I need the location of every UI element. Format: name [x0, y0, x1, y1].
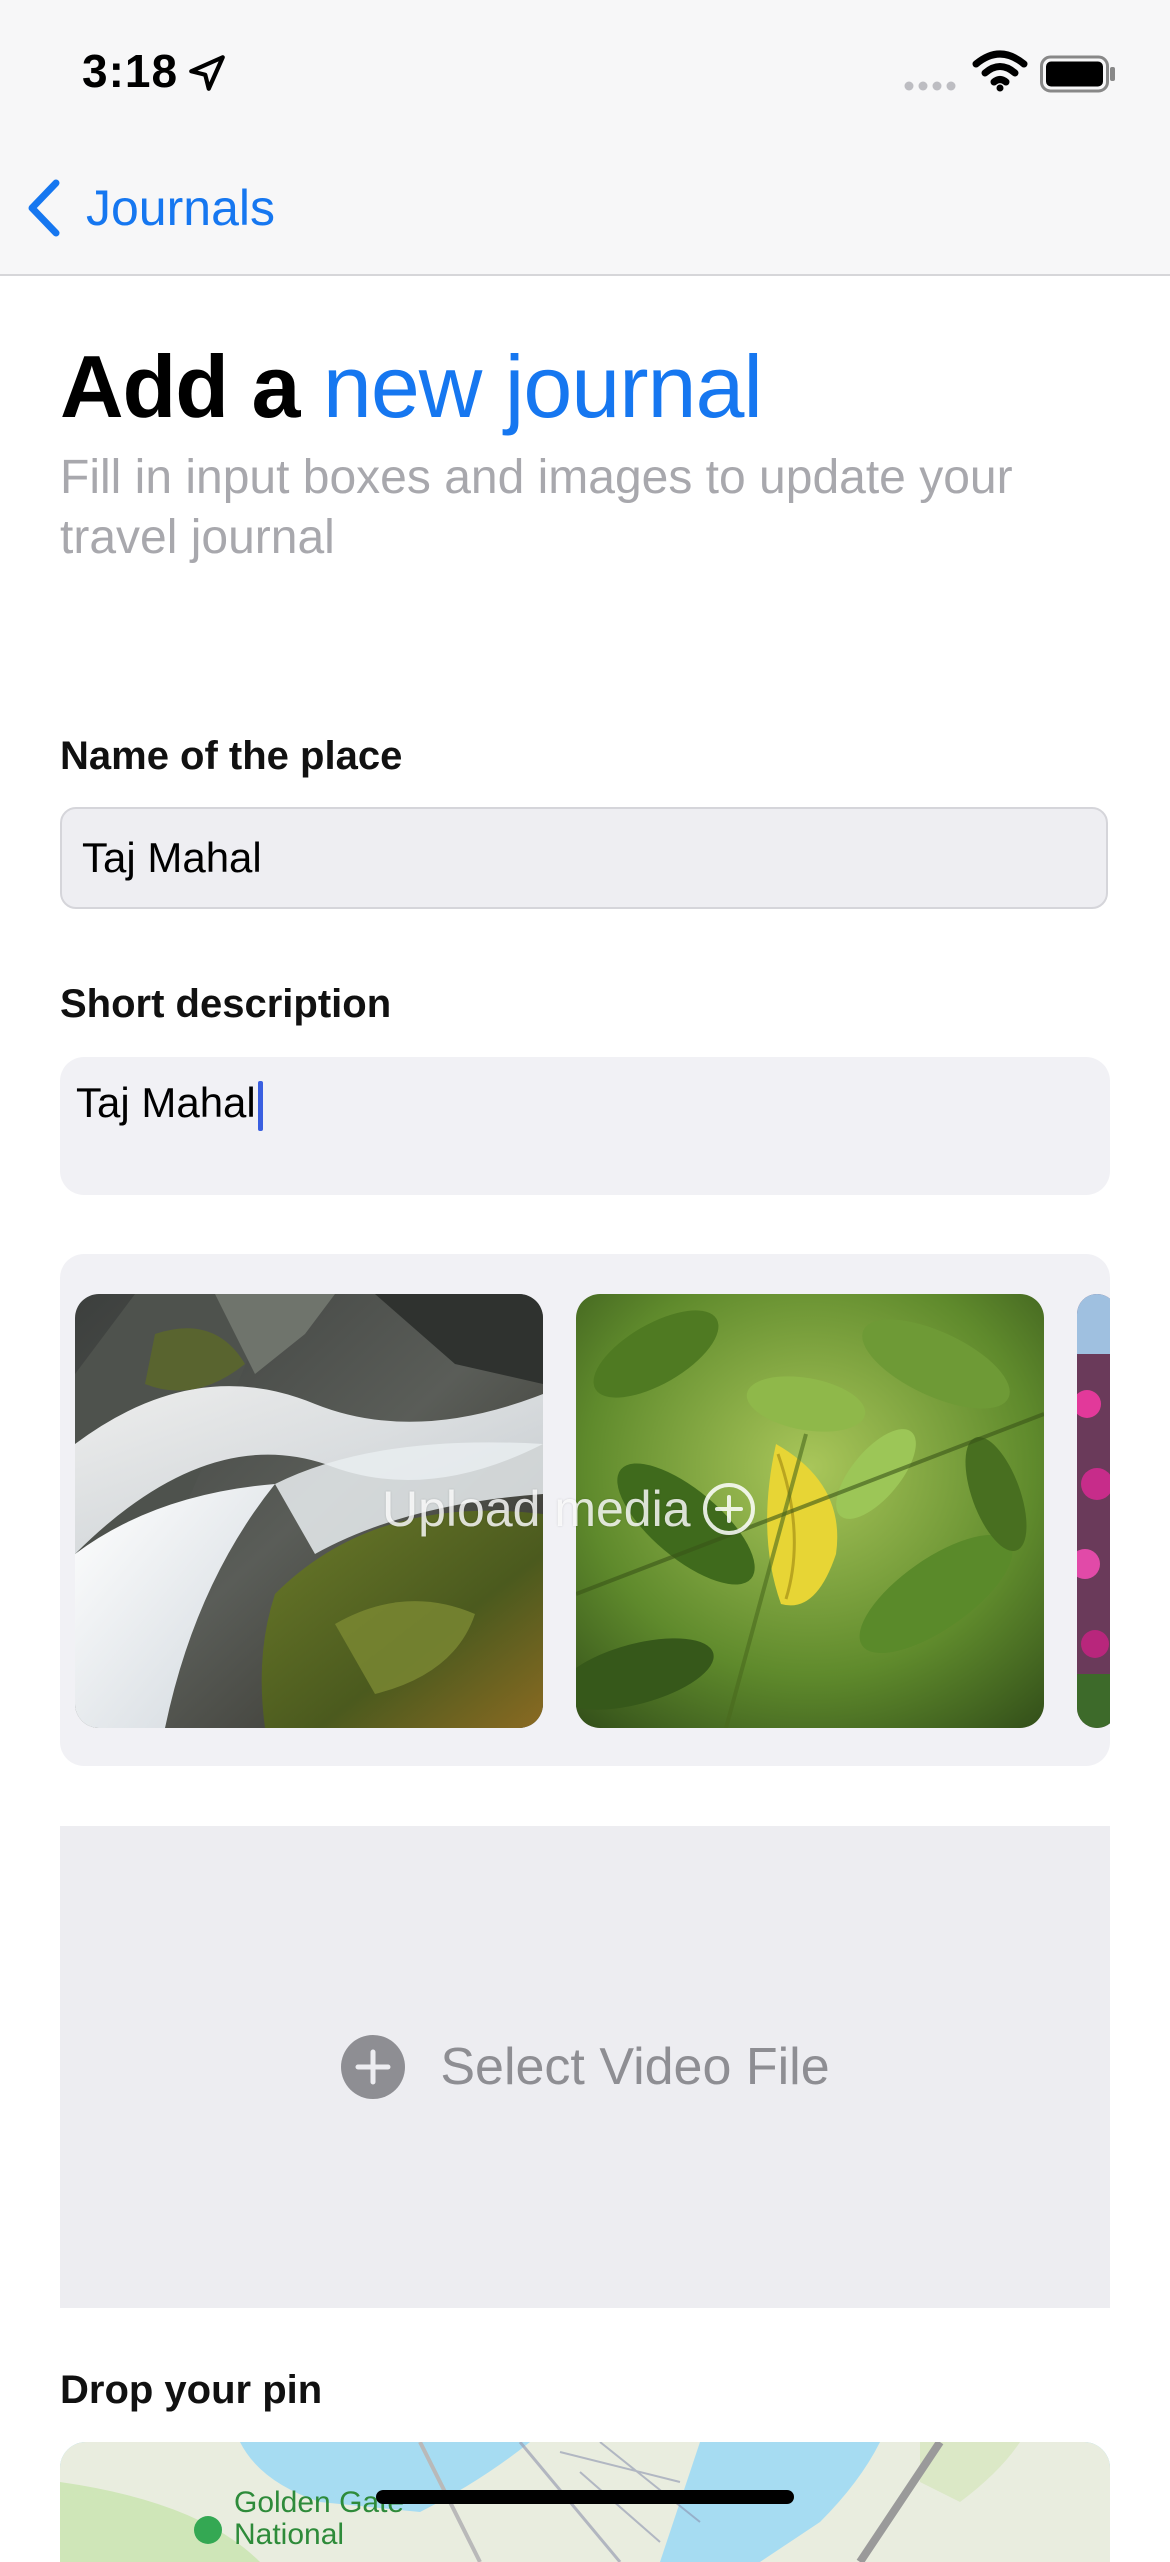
description-value: Taj Mahal	[76, 1079, 256, 1126]
drop-pin-label: Drop your pin	[60, 2368, 323, 2412]
back-button-label: Journals	[86, 180, 275, 236]
pink-flowers-photo[interactable]	[1077, 1294, 1110, 1728]
back-button[interactable]: Journals	[24, 172, 275, 244]
plus-circle-icon	[702, 1483, 755, 1535]
map-place-label-line2: National	[234, 2518, 344, 2551]
page-title-plain: Add a	[60, 337, 300, 436]
media-upload-panel[interactable]: Upload media	[60, 1254, 1110, 1766]
select-video-label: Select Video File	[440, 2038, 830, 2096]
cellular-signal-icon	[904, 81, 956, 91]
status-bar: 3:18	[0, 0, 1170, 150]
location-arrow-icon	[189, 55, 225, 91]
chevron-left-icon	[28, 179, 60, 237]
plus-circle-fill-icon	[341, 2035, 406, 2099]
upload-media-button[interactable]: Upload media	[382, 1480, 757, 1538]
upload-media-label: Upload media	[382, 1481, 691, 1537]
status-time: 3:18	[82, 45, 179, 97]
select-video-button[interactable]: Select Video File	[60, 1826, 1110, 2308]
page-title-accent: new journal	[322, 337, 763, 436]
description-input[interactable]: Taj Mahal	[60, 1057, 1110, 1195]
text-caret	[257, 1080, 263, 1131]
wifi-icon	[972, 50, 1028, 92]
battery-icon	[1040, 55, 1115, 93]
navigation-bar: Journals	[0, 150, 1170, 276]
place-name-value: Taj Mahal	[82, 834, 262, 881]
page-subtitle: Fill in input boxes and images to update…	[60, 451, 1013, 564]
place-name-label: Name of the place	[60, 734, 403, 778]
home-indicator	[376, 2490, 794, 2504]
description-label: Short description	[60, 982, 392, 1026]
page-title: Add a new journal	[60, 336, 763, 438]
place-name-input[interactable]: Taj Mahal	[60, 807, 1108, 909]
